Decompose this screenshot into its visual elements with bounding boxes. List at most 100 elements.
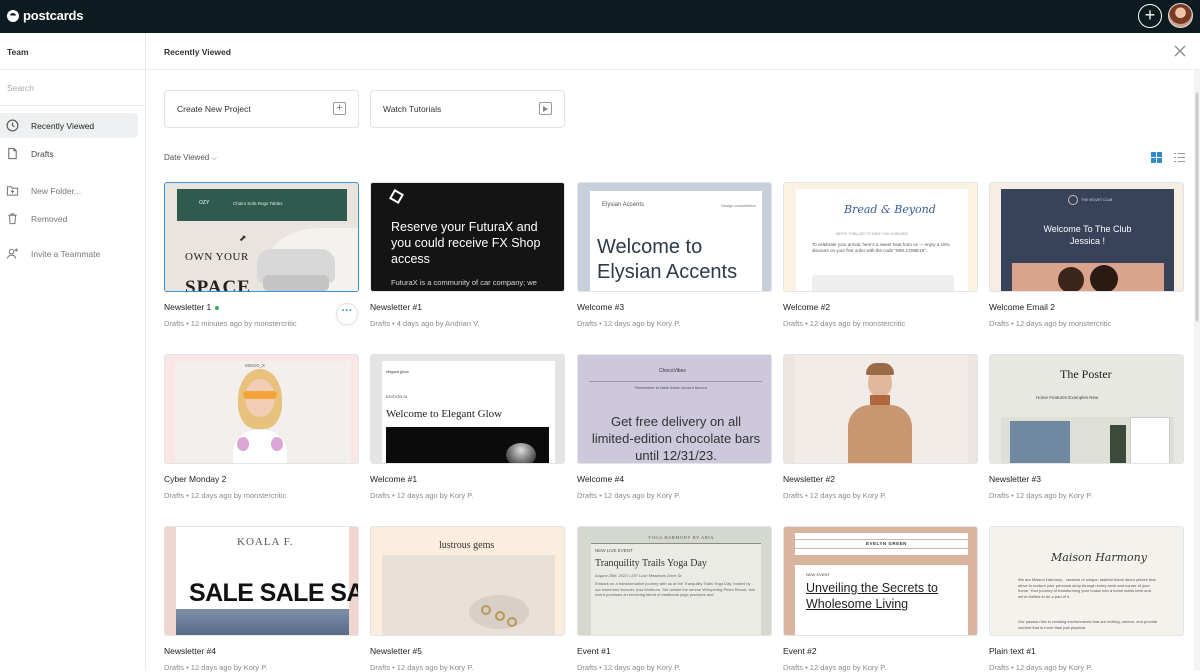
postcards-logo-icon	[7, 9, 19, 22]
thumb-tag: NEW LIVE EVENT	[595, 548, 633, 553]
project-title: Newsletter 1	[164, 302, 220, 312]
project-thumbnail[interactable]: EVELYN GREEN NEW EVENT Unveiling the Sec…	[783, 526, 978, 636]
thumb-brand: Bread & Beyond	[844, 203, 936, 216]
thumb-date: August 25th, 2023 • 287 Lush Meadows Dri…	[595, 573, 683, 578]
project-title: Event #2	[783, 646, 817, 656]
project-title: Welcome #2	[783, 302, 831, 312]
project-thumbnail[interactable]: Bread & Beyond WE'RE THRILLED TO HAVE YO…	[783, 182, 978, 292]
main-panel: Recently Viewed Create New Project + Wat…	[146, 33, 1200, 672]
thumb-nav: Design consultation	[721, 203, 756, 208]
thumb-headline: Unveiling the Secrets to Wholesome Livin…	[806, 581, 939, 611]
thumb-tag: EDITION 01	[386, 394, 408, 399]
project-thumbnail[interactable]: YOGA HARMONY BY ARIA NEW LIVE EVENT Tran…	[577, 526, 772, 636]
ellipsis-icon: ···	[341, 305, 353, 317]
thumb-body: To celebrate your arrival, here's a swee…	[812, 242, 950, 253]
user-avatar[interactable]	[1168, 3, 1193, 28]
sidebar-item-removed[interactable]: Removed	[0, 206, 138, 231]
project-title: Newsletter #1	[370, 302, 422, 312]
chevron-down-icon: ⌵	[211, 155, 217, 162]
thumb-brand: elegant glow	[386, 369, 410, 374]
project-title: Welcome #3	[577, 302, 625, 312]
trash-icon	[6, 212, 19, 225]
thumb-headline: Welcome to Elysian Accents	[597, 236, 738, 283]
plus-icon: +	[1144, 5, 1156, 25]
create-new-project-label: Create New Project	[177, 104, 251, 114]
thumb-nav: Home Features Examples New	[1036, 395, 1099, 400]
thumb-brand: OZY	[199, 200, 210, 206]
thumb-headline: Welcome To The Club Jessica !	[1043, 224, 1132, 246]
sort-dropdown[interactable]: Date Viewed ⌵	[164, 153, 217, 163]
thumb-headline: SALE SALE SALE	[189, 579, 358, 607]
add-button[interactable]: +	[1138, 4, 1162, 28]
thumb-brand: Elysian Accents	[602, 202, 645, 208]
sidebar: Team Search Recently Viewed Drafts New F…	[0, 33, 146, 670]
project-title: Event #1	[577, 646, 611, 656]
project-meta: Drafts • 12 days ago by Kory P.	[370, 663, 474, 672]
project-thumbnail[interactable]: ChocoVibes Remember to taste these chose…	[577, 354, 772, 464]
project-thumbnail[interactable]	[783, 354, 978, 464]
project-meta: Drafts • 12 days ago by Kory P.	[370, 491, 474, 500]
thumb-body: Embark on a transformative journey with …	[595, 581, 755, 597]
thumb-tag: WE'RE THRILLED TO HAVE YOU ONBOARD	[836, 232, 909, 236]
project-meta: Drafts • 4 days ago by Andrian V.	[370, 319, 480, 328]
scrollbar-thumb[interactable]	[1195, 92, 1199, 322]
project-meta: Drafts • 12 days ago by Kory P.	[989, 663, 1093, 672]
project-thumbnail[interactable]: THE VELVET CLUB Welcome To The Club Jess…	[989, 182, 1184, 292]
thumb-headline: Reserve your FuturaX and you could recei…	[391, 220, 541, 266]
project-meta: Drafts • 12 days ago by Kory P.	[577, 319, 681, 328]
project-meta: Drafts • 12 days ago by monstercritic	[783, 319, 906, 328]
thumb-brand: ChocoVibes	[659, 368, 686, 374]
project-thumbnail[interactable]: MISSO_X	[164, 354, 359, 464]
project-thumbnail[interactable]: Maison Harmony We are Maison Harmony - c…	[989, 526, 1184, 636]
sidebar-item-drafts[interactable]: Drafts	[0, 141, 138, 166]
play-icon	[539, 102, 552, 115]
project-thumbnail[interactable]: Reserve your FuturaX and you could recei…	[370, 182, 565, 292]
project-thumbnail[interactable]: Elysian Accents Design consultation Welc…	[577, 182, 772, 292]
project-meta: Drafts • 12 days ago by monstercritic	[989, 319, 1112, 328]
project-thumbnail[interactable]: KOALA F. SALE SALE SALE	[164, 526, 359, 636]
project-title: Plain text #1	[989, 646, 1036, 656]
sidebar-item-invite-teammate[interactable]: Invite a Teammate	[0, 241, 138, 266]
watch-tutorials-label: Watch Tutorials	[383, 104, 442, 114]
thumb-headline: lustrous gems	[439, 540, 495, 551]
search-input[interactable]: Search	[0, 70, 145, 106]
brand-name: postcards	[23, 8, 84, 23]
brand-logo[interactable]: postcards	[7, 8, 84, 23]
project-thumbnail[interactable]: lustrous gems	[370, 526, 565, 636]
project-thumbnail[interactable]: The Poster Home Features Examples New	[989, 354, 1184, 464]
sidebar-item-label: New Folder...	[31, 185, 82, 196]
sidebar-item-label: Invite a Teammate	[31, 248, 101, 259]
project-meta: Drafts • 12 days ago by Kory P.	[577, 491, 681, 500]
thumb-headline: Welcome to Elegant Glow	[386, 408, 503, 420]
sidebar-item-label: Removed	[31, 213, 68, 224]
sidebar-item-new-folder[interactable]: New Folder...	[0, 178, 138, 203]
mouse-cursor-icon: ⬈	[239, 233, 247, 243]
page-title: Recently Viewed	[146, 33, 1200, 70]
scrollbar[interactable]	[1194, 70, 1200, 670]
project-meta: Drafts • 12 days ago by monstercritic	[164, 491, 287, 500]
project-meta: Drafts • 12 days ago by Kory P.	[989, 491, 1093, 500]
close-icon[interactable]	[1174, 45, 1186, 57]
sidebar-item-recently-viewed[interactable]: Recently Viewed	[0, 113, 138, 138]
sidebar-item-label: Drafts	[31, 148, 54, 159]
thumb-headline-2: SPACE	[185, 277, 251, 292]
project-thumbnail[interactable]: OZY Chairs Sofa Rugs Tables OWN YOUR SPA…	[164, 182, 359, 292]
project-thumbnail[interactable]: elegant glow EDITION 01 Welcome to Elega…	[370, 354, 565, 464]
thumb-brand: YOGA HARMONY BY ARIA	[648, 535, 715, 540]
thumb-headline: The Poster	[1060, 367, 1112, 381]
project-title: Newsletter #2	[783, 474, 835, 484]
watch-tutorials-button[interactable]: Watch Tutorials	[370, 90, 565, 128]
project-title: Newsletter #4	[164, 646, 216, 656]
top-bar: postcards +	[0, 0, 1200, 33]
thumb-headline: Get free delivery on all limited-edition…	[591, 414, 761, 463]
project-title-text: Newsletter 1	[164, 302, 212, 312]
user-plus-icon	[6, 247, 19, 260]
grid-view-icon[interactable]	[1151, 152, 1162, 163]
more-options-button[interactable]: ···	[336, 303, 358, 325]
project-title: Newsletter #3	[989, 474, 1041, 484]
list-view-icon[interactable]	[1174, 152, 1185, 163]
thumb-brand: KOALA F.	[237, 536, 294, 548]
project-meta: Drafts • 12 days ago by Kory P.	[783, 663, 887, 672]
create-new-project-button[interactable]: Create New Project +	[164, 90, 359, 128]
project-title: Welcome Email 2	[989, 302, 1055, 312]
